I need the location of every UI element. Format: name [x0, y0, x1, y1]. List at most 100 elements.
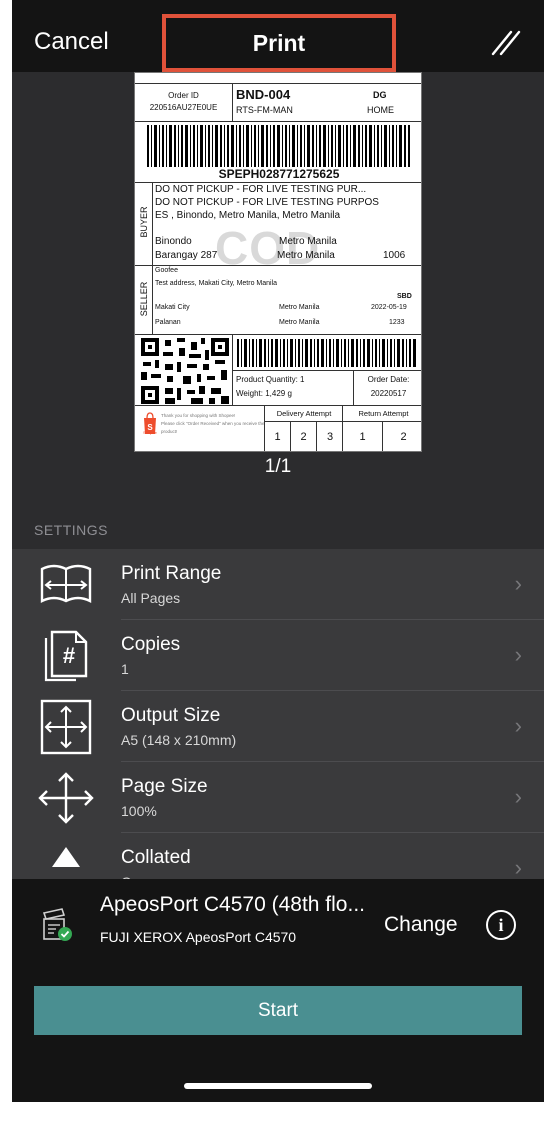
- weight-label: Weight:: [236, 389, 263, 398]
- shopee-note-2: Please click "Order Received" when you r…: [161, 421, 265, 426]
- setting-title: Page Size: [121, 776, 208, 797]
- buyer-address-1: DO NOT PICKUP - FOR LIVE TESTING PURPOS: [155, 197, 379, 208]
- printer-panel: ApeosPort C4570 (48th flo... FUJI XEROX …: [12, 879, 544, 1102]
- settings-heading: SETTINGS: [34, 522, 109, 538]
- divider: [135, 334, 421, 335]
- buyer-barangay: Barangay 287: [155, 250, 218, 261]
- tracking-barcode: [147, 125, 410, 167]
- chevron-right-icon: ›: [514, 642, 522, 667]
- edit-icon[interactable]: [489, 28, 521, 56]
- product-quantity-value: 1: [300, 375, 305, 384]
- printer-model: FUJI XEROX ApeosPort C4570: [100, 929, 297, 945]
- return-attempt-box: Return Attempt 1 2: [342, 406, 421, 451]
- svg-text:#: #: [63, 643, 75, 668]
- setting-value: 100%: [121, 803, 157, 819]
- cod-watermark: COD: [215, 222, 321, 274]
- product-quantity: Product Quantity: 1: [236, 375, 305, 384]
- info-icon[interactable]: i: [486, 910, 516, 940]
- setting-value: A5 (148 x 210mm): [121, 732, 237, 748]
- product-quantity-label: Product Quantity:: [236, 375, 298, 384]
- print-range-icon: [40, 564, 92, 603]
- printer-name: ApeosPort C4570 (48th flo...: [100, 893, 365, 916]
- page-size-icon: [38, 772, 94, 824]
- setting-value: All Pages: [121, 590, 181, 606]
- seller-name: Goofee: [155, 267, 178, 274]
- return-attempt-box-1: 1: [343, 422, 383, 451]
- delivery-attempt-box-3: 3: [326, 431, 334, 443]
- setting-print-range[interactable]: Print Range All Pages ›: [12, 549, 544, 620]
- chevron-right-icon: ›: [514, 784, 522, 809]
- delivery-attempt-label: Delivery Attempt: [276, 409, 332, 418]
- divider: [135, 265, 421, 266]
- setting-title: Output Size: [121, 705, 221, 726]
- order-date-value: 20220517: [370, 389, 407, 398]
- setting-copies[interactable]: # Copies 1 ›: [12, 620, 544, 691]
- shipping-label-preview: Order ID 220516AU27E0UE BND-004 RTS-FM-M…: [134, 72, 422, 452]
- seller-date: 2022-05-19: [371, 304, 407, 311]
- cancel-button[interactable]: Cancel: [34, 28, 109, 56]
- chevron-right-icon: ›: [514, 713, 522, 738]
- order-barcode: [237, 339, 416, 367]
- route-code: RTS-FM-MAN: [236, 105, 293, 115]
- output-size-icon: [40, 699, 92, 755]
- tracking-number: SPEPH028771275625: [218, 167, 340, 181]
- seller-label: SELLER: [139, 281, 149, 317]
- chevron-right-icon: ›: [514, 855, 522, 879]
- home-indicator: [184, 1083, 372, 1089]
- print-screen: Cancel Print Order ID 220516AU27E0UE BND…: [12, 0, 544, 1102]
- setting-page-size[interactable]: Page Size 100% ›: [12, 762, 544, 833]
- buyer-label: BUYER: [139, 206, 149, 238]
- delivery-attempt-box: Delivery Attempt 1 2 3: [264, 406, 343, 451]
- chevron-right-icon: ›: [514, 571, 522, 596]
- order-date-label: Order Date:: [367, 375, 410, 384]
- delivery-attempt-box-1: 1: [265, 422, 291, 451]
- divider: [233, 370, 421, 371]
- return-attempt-box-2: 2: [400, 431, 407, 443]
- shopee-logo-icon: S: [144, 412, 156, 434]
- divider: [135, 121, 421, 122]
- printer-icon: [42, 908, 72, 941]
- seller-side-box: SELLER: [135, 266, 153, 334]
- shopee-note-1: Thank you for shopping with Shopee!: [161, 413, 236, 418]
- type-code: DG: [373, 90, 387, 100]
- type-label: HOME: [367, 105, 394, 115]
- order-id-box: Order ID 220516AU27E0UE: [135, 83, 233, 121]
- setting-title: Print Range: [121, 563, 222, 584]
- return-attempt-label: Return Attempt: [358, 409, 409, 418]
- page-counter: 1/1: [264, 456, 292, 477]
- seller-address: Test address, Makati City, Metro Manila: [155, 280, 278, 287]
- buyer-address-2: ES , Binondo, Metro Manila, Metro Manila: [155, 210, 341, 221]
- order-id-label: Order ID: [168, 91, 199, 100]
- sort-code: BND-004: [236, 87, 291, 102]
- qr-code: [141, 338, 229, 404]
- seller-district: Palanan: [155, 319, 181, 326]
- buyer-side-box: BUYER: [135, 183, 153, 265]
- buyer-district: Binondo: [155, 236, 192, 247]
- delivery-attempt-box-2: 2: [291, 422, 317, 451]
- seller-service: SBD: [397, 293, 412, 300]
- setting-title: Copies: [121, 634, 181, 655]
- setting-value: 1: [121, 661, 129, 677]
- copies-icon: #: [44, 630, 88, 682]
- start-button[interactable]: Start: [34, 986, 522, 1035]
- buyer-region: Metro Manila: [279, 236, 337, 247]
- top-bar: Cancel Print: [12, 0, 544, 72]
- weight-value: 1,429 g: [265, 389, 292, 398]
- order-id-value: 220516AU27E0UE: [149, 103, 218, 112]
- seller-province: Metro Manila: [279, 319, 320, 326]
- collated-icon: [52, 847, 80, 867]
- buyer-province: Metro Manila: [277, 250, 335, 261]
- shopee-note-3: product!: [161, 429, 178, 434]
- setting-output-size[interactable]: Output Size A5 (148 x 210mm) ›: [12, 691, 544, 762]
- shopee-logo-text: Shopee: [143, 430, 157, 435]
- seller-zip: 1233: [389, 319, 405, 326]
- weight: Weight: 1,429 g: [236, 389, 292, 398]
- settings-list: Print Range All Pages › # Copies 1 › Out…: [12, 549, 544, 879]
- divider: [135, 182, 421, 183]
- setting-title: Collated: [121, 847, 191, 868]
- seller-region: Metro Manila: [279, 304, 320, 311]
- change-printer-button[interactable]: Change: [384, 913, 458, 937]
- buyer-name: DO NOT PICKUP - FOR LIVE TESTING PUR...: [155, 184, 367, 195]
- seller-city: Makati City: [155, 304, 190, 311]
- setting-collated[interactable]: Collated On ›: [12, 833, 544, 879]
